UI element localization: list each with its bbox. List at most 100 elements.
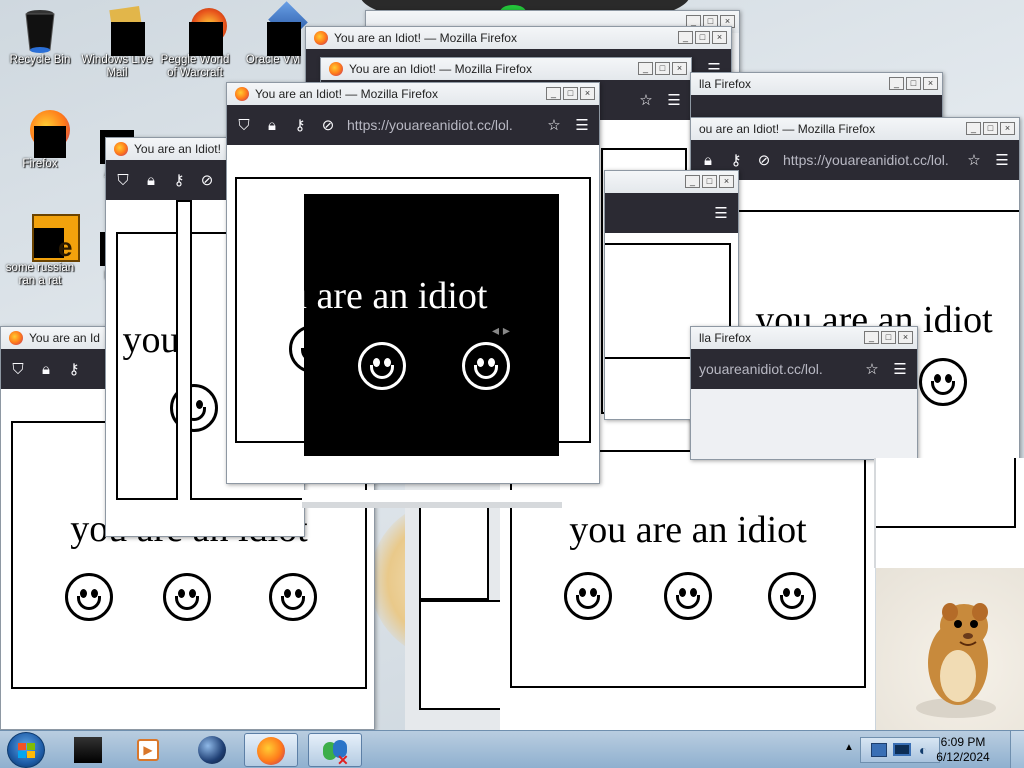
smiley-icon — [919, 358, 967, 406]
window-title: You are an Idiot! — Mozilla Firefox — [255, 87, 438, 101]
close-button[interactable]: × — [719, 175, 734, 188]
window-title: You are an Idiot! — Mozilla Firefox — [334, 31, 517, 45]
minimize-button[interactable]: _ — [546, 87, 561, 100]
shield-icon[interactable]: ⛉ — [9, 361, 27, 378]
firefox-icon — [18, 110, 70, 158]
permissions-icon[interactable]: ⚷ — [727, 151, 745, 169]
window-title: You are an Id — [29, 331, 100, 345]
tracking-protection-icon[interactable]: ⊘ — [198, 171, 216, 189]
lock-icon[interactable]: 🔒︎ — [263, 117, 281, 134]
minimize-button[interactable]: _ — [864, 331, 879, 344]
idiot-message-inverted: u are an idiot — [288, 275, 488, 317]
close-button[interactable]: × — [923, 77, 938, 90]
maximize-button[interactable]: □ — [906, 77, 921, 90]
menu-icon[interactable]: ☰ — [712, 204, 730, 222]
menu-icon[interactable]: ☰ — [891, 360, 909, 378]
firefox-logo-icon — [314, 31, 328, 45]
shield-icon[interactable]: ⛉ — [114, 172, 132, 189]
close-button[interactable]: × — [580, 87, 595, 100]
maximize-button[interactable]: □ — [563, 87, 578, 100]
clock[interactable]: 6:09 PM 6/12/2024 — [928, 735, 998, 765]
tracking-protection-icon[interactable]: ⊘ — [319, 116, 337, 134]
browser-toolbar: 🔒︎ ⚷ ⊘ https://youareanidiot.cc/lol. ☆ ☰ — [691, 140, 1019, 180]
bookmark-star-icon[interactable]: ☆ — [545, 116, 563, 134]
bookmark-star-icon[interactable]: ☆ — [965, 151, 983, 169]
window-titlebar[interactable]: lla Firefox _ □ × — [691, 73, 942, 95]
taskbar-black-app[interactable] — [62, 733, 116, 767]
show-desktop-button[interactable] — [1010, 731, 1024, 768]
bookmark-star-icon[interactable]: ☆ — [863, 360, 881, 378]
premiere-icon: e — [18, 214, 80, 262]
url-bar[interactable]: https://youareanidiot.cc/lol. — [347, 117, 535, 133]
close-button[interactable]: × — [712, 31, 727, 44]
system-tray: ▲ ◐ — [842, 737, 942, 763]
desktop-icon-firefox[interactable]: Firefox — [0, 110, 80, 171]
desktop-icon-label: some russian ran a rat — [5, 262, 75, 287]
desktop-icon-peggle[interactable]: Peggle World of Warcraft — [155, 6, 235, 80]
minimize-button[interactable]: _ — [678, 31, 693, 44]
recycle-bin-icon — [18, 6, 62, 53]
lock-icon[interactable]: 🔒︎ — [37, 361, 55, 378]
menu-icon[interactable]: ☰ — [993, 151, 1011, 169]
desktop-icon-label: Firefox — [22, 158, 58, 170]
desktop-icon-label: Recycle Bin — [9, 54, 71, 66]
window-titlebar[interactable]: You are an Idiot! — Mozilla Firefox _ □ … — [227, 83, 599, 105]
taskbar-media-player[interactable]: ▶ — [122, 733, 176, 767]
maximize-button[interactable]: □ — [881, 331, 896, 344]
firefox-icon — [257, 737, 285, 765]
shield-icon[interactable]: ⛉ — [235, 117, 253, 134]
minimize-button[interactable]: _ — [966, 122, 981, 135]
desktop-icon-label: Peggle World of Warcraft — [160, 54, 230, 79]
url-bar[interactable]: youareanidiot.cc/lol. — [699, 361, 853, 377]
desktop-icon-windows-live-mail[interactable]: Windows Live Mail — [77, 6, 157, 80]
window-titlebar[interactable]: You are an Idiot! — Mozilla Firefox _ □ × — [321, 58, 691, 80]
tracking-protection-icon[interactable]: ⊘ — [755, 151, 773, 169]
maximize-button[interactable]: □ — [983, 122, 998, 135]
messenger-icon: ✕ — [323, 738, 349, 768]
smiley-icon — [65, 573, 113, 621]
inverted-video-frame: u are an idiot ◂ ▸ — [288, 194, 559, 456]
minimize-button[interactable]: _ — [889, 77, 904, 90]
window-titlebar[interactable]: _ □ × — [605, 171, 738, 193]
browser-toolbar: ☰ — [605, 193, 738, 233]
taskbar-globe[interactable] — [186, 733, 240, 767]
menu-icon[interactable]: ☰ — [573, 116, 591, 134]
taskbar-firefox[interactable] — [244, 733, 298, 767]
url-bar[interactable]: https://youareanidiot.cc/lol. — [783, 152, 955, 168]
window-title: lla Firefox — [699, 77, 752, 91]
maximize-button[interactable]: □ — [655, 62, 670, 75]
bookmark-star-icon[interactable]: ☆ — [637, 91, 655, 109]
firefox-logo-icon — [114, 142, 128, 156]
show-hidden-icons-button[interactable]: ▲ — [844, 742, 854, 753]
desktop-icon-russian-rat[interactable]: e some russian ran a rat — [0, 214, 80, 288]
lock-icon[interactable]: 🔒︎ — [142, 172, 160, 189]
desktop-icon-oracle-vm[interactable]: Oracle VM — [233, 1, 313, 67]
menu-icon[interactable]: ☰ — [665, 91, 683, 109]
window-titlebar[interactable]: ou are an Idiot! — Mozilla Firefox _ □ × — [691, 118, 1019, 140]
window-title: You are an Idiot! — Mozilla Firefox — [349, 62, 532, 76]
desktop-icon-label: Windows Live Mail — [81, 54, 153, 79]
permissions-icon[interactable]: ⚷ — [65, 360, 83, 378]
lock-icon[interactable]: 🔒︎ — [699, 152, 717, 169]
firefox-window-right-lower[interactable]: lla Firefox _ □ × youareanidiot.cc/lol. ☆ … — [690, 326, 918, 460]
windows-logo-icon — [18, 743, 35, 758]
permissions-icon[interactable]: ⚷ — [170, 171, 188, 189]
close-button[interactable]: × — [672, 62, 687, 75]
minimize-button[interactable]: _ — [685, 175, 700, 188]
smiley-icon — [664, 572, 712, 620]
maximize-button[interactable]: □ — [695, 31, 710, 44]
minimize-button[interactable]: _ — [638, 62, 653, 75]
media-player-icon: ▶ — [137, 739, 159, 761]
close-button[interactable]: × — [1000, 122, 1015, 135]
window-titlebar[interactable]: You are an Idiot! — Mozilla Firefox _ □ × — [306, 27, 731, 49]
window-titlebar[interactable]: lla Firefox _ □ × — [691, 327, 917, 349]
globe-icon — [198, 736, 226, 764]
maximize-button[interactable]: □ — [702, 175, 717, 188]
window-title: ou are an Idiot! — Mozilla Firefox — [699, 122, 876, 136]
permissions-icon[interactable]: ⚷ — [291, 116, 309, 134]
taskbar-messenger[interactable]: ✕ — [308, 733, 362, 768]
close-button[interactable]: × — [898, 331, 913, 344]
desktop-icon-recycle-bin[interactable]: Recycle Bin — [0, 6, 80, 67]
page-fragment — [874, 458, 1024, 568]
start-button[interactable] — [7, 732, 45, 768]
